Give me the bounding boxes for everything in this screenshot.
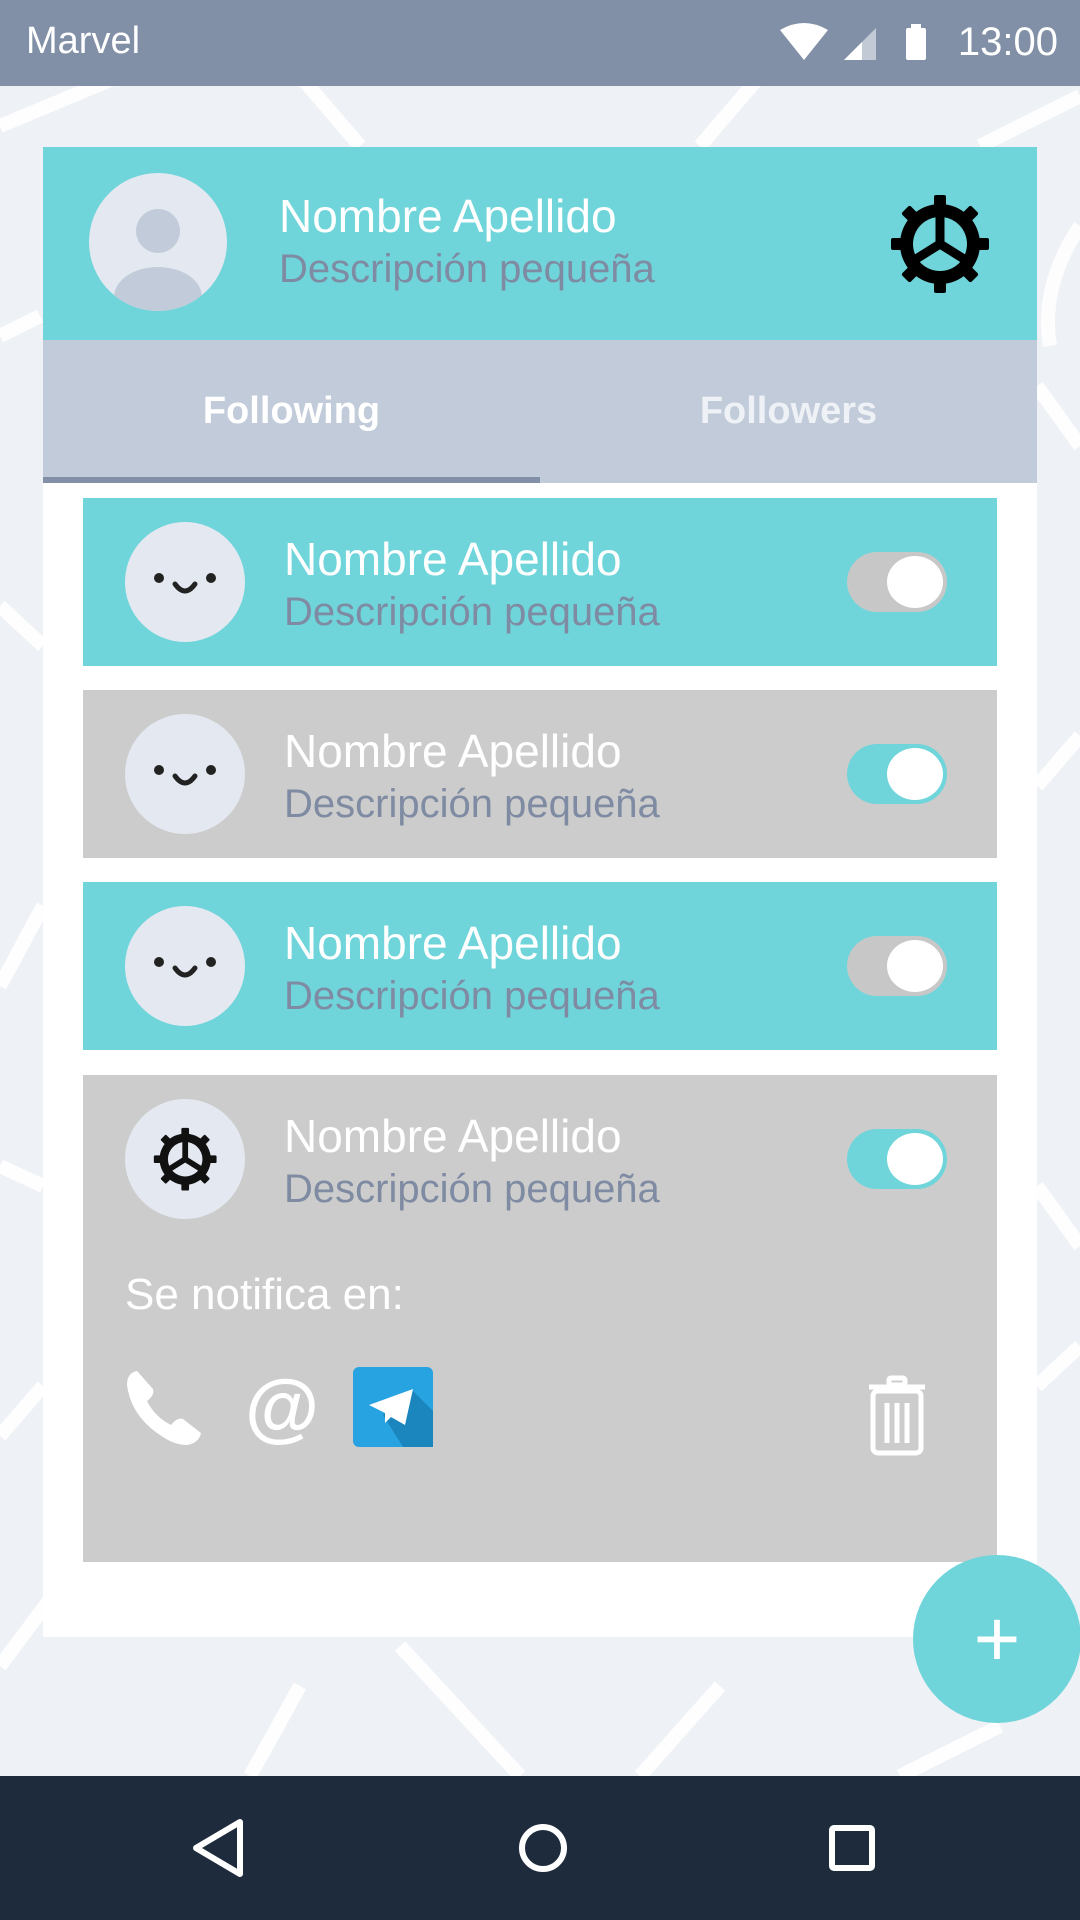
- list-item-expanded[interactable]: Nombre Apellido Descripción pequeña Se n…: [83, 1075, 997, 1562]
- home-icon[interactable]: [503, 1808, 583, 1888]
- profile-description: Descripción pequeña: [279, 247, 655, 291]
- follow-toggle[interactable]: [847, 552, 947, 612]
- smiley-icon: [154, 957, 216, 978]
- recent-apps-icon[interactable]: [812, 1808, 892, 1888]
- at-sign-icon[interactable]: @: [241, 1367, 323, 1449]
- avatar: [125, 1099, 245, 1219]
- toggle-knob: [887, 748, 943, 800]
- back-icon[interactable]: [178, 1808, 258, 1888]
- tab-following[interactable]: Following: [43, 340, 540, 483]
- status-icons: [780, 23, 926, 60]
- gear-icon: [153, 1127, 217, 1191]
- profile-card: Nombre Apellido Descripción pequeña Foll…: [43, 147, 1037, 1637]
- toggle-knob: [887, 1133, 943, 1185]
- status-bar: Marvel 13:00: [0, 0, 1080, 86]
- list-item-description: Descripción pequeña: [284, 1167, 660, 1211]
- avatar: [125, 522, 245, 642]
- list-item[interactable]: Nombre Apellido Descripción pequeña: [83, 690, 997, 858]
- avatar[interactable]: [89, 173, 227, 311]
- status-time: 13:00: [957, 20, 1058, 64]
- profile-header: Nombre Apellido Descripción pequeña: [43, 147, 1037, 340]
- avatar: [125, 906, 245, 1026]
- tab-bar: Following Followers: [43, 340, 1037, 483]
- user-placeholder-icon: [114, 209, 202, 311]
- list-item-name: Nombre Apellido: [284, 533, 622, 585]
- follow-toggle[interactable]: [847, 936, 947, 996]
- notify-label: Se notifica en:: [125, 1270, 404, 1319]
- navigation-bar: [0, 1776, 1080, 1920]
- telegram-plane-icon: [369, 1389, 433, 1447]
- follow-toggle[interactable]: [847, 1129, 947, 1189]
- battery-icon: [906, 28, 926, 60]
- profile-name: Nombre Apellido: [279, 190, 617, 242]
- list-item-name: Nombre Apellido: [284, 725, 622, 777]
- follow-toggle[interactable]: [847, 744, 947, 804]
- tab-followers[interactable]: Followers: [540, 340, 1037, 483]
- gear-icon[interactable]: [885, 189, 995, 299]
- add-button[interactable]: +: [913, 1555, 1080, 1723]
- list-item[interactable]: Nombre Apellido Descripción pequeña: [83, 882, 997, 1050]
- toggle-knob: [887, 556, 943, 608]
- toggle-knob: [887, 940, 943, 992]
- smiley-icon: [154, 765, 216, 786]
- active-tab-indicator: [43, 477, 540, 483]
- list-item-description: Descripción pequeña: [284, 590, 660, 634]
- smiley-icon: [154, 573, 216, 594]
- list-item[interactable]: Nombre Apellido Descripción pequeña: [83, 498, 997, 666]
- list-item-name: Nombre Apellido: [284, 917, 622, 969]
- list-item-name: Nombre Apellido: [284, 1110, 622, 1162]
- list-item-description: Descripción pequeña: [284, 782, 660, 826]
- telegram-icon[interactable]: [353, 1367, 433, 1447]
- avatar: [125, 714, 245, 834]
- phone-icon[interactable]: [123, 1367, 205, 1449]
- list-item-description: Descripción pequeña: [284, 974, 660, 1018]
- trash-icon[interactable]: [863, 1375, 931, 1457]
- status-app-name: Marvel: [26, 20, 141, 62]
- wifi-icon: [780, 23, 828, 60]
